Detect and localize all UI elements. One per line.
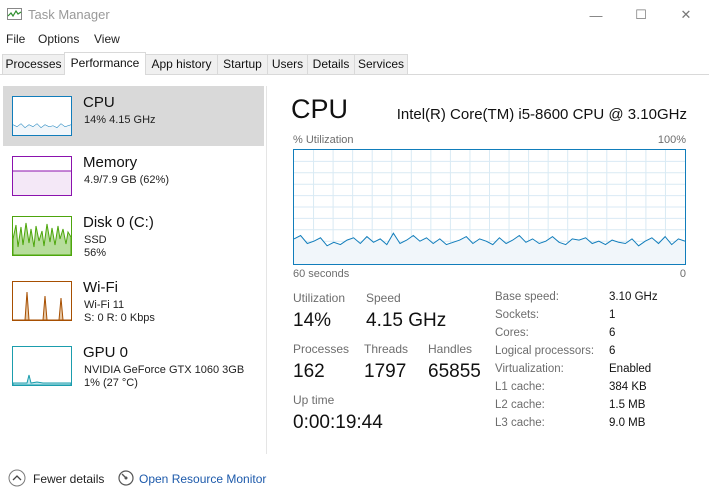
sidebar-cpu-name: CPU: [83, 94, 115, 111]
sidebar-item-cpu[interactable]: CPU 14% 4.15 GHz: [3, 86, 264, 146]
l2-cache-value: 1.5 MB: [609, 399, 646, 411]
window-title: Task Manager: [28, 7, 110, 22]
uptime-value: 0:00:19:44: [293, 412, 383, 433]
menu-options[interactable]: Options: [38, 32, 79, 46]
sidebar-item-gpu[interactable]: GPU 0 NVIDIA GeForce GTX 1060 3GB 1% (27…: [3, 336, 264, 396]
cores-value: 6: [609, 327, 616, 339]
speed-value: 4.15 GHz: [366, 310, 447, 331]
uptime-label: Up time: [293, 393, 335, 407]
tab-performance[interactable]: Performance: [64, 52, 146, 75]
l2-cache-label: L2 cache:: [495, 399, 545, 411]
menu-bar: File Options View: [0, 30, 709, 50]
cpu-utilization-graph: [293, 149, 686, 265]
menu-file[interactable]: File: [6, 32, 25, 46]
base-speed-value: 3.10 GHz: [609, 291, 658, 303]
footer-bar: Fewer details Open Resource Monitor: [0, 460, 709, 502]
page-title: CPU: [291, 94, 349, 124]
utilization-label: Utilization: [293, 291, 346, 305]
handles-label: Handles: [428, 342, 473, 356]
sidebar-gpu-name: GPU 0: [83, 344, 129, 361]
graph-x-left-label: 60 seconds: [293, 268, 350, 280]
sidebar-disk-name: Disk 0 (C:): [83, 214, 154, 231]
graph-y-max-label: 100%: [657, 134, 686, 146]
graph-x-right-label: 0: [679, 268, 686, 280]
sockets-value: 1: [609, 309, 616, 321]
virtualization-value: Enabled: [609, 363, 652, 375]
sidebar-item-disk[interactable]: Disk 0 (C:) SSD 56%: [3, 206, 264, 266]
tab-startup[interactable]: Startup: [217, 54, 268, 74]
panel-divider: [266, 86, 267, 454]
fewer-details-label: Fewer details: [33, 472, 105, 486]
task-manager-icon: [7, 8, 22, 20]
tab-users[interactable]: Users: [267, 54, 308, 74]
close-icon: ✕: [680, 7, 692, 22]
sidebar-wifi-throughput: S: 0 R: 0 Kbps: [84, 312, 155, 324]
logical-processors-label: Logical processors:: [495, 345, 595, 357]
minimize-icon: —: [589, 7, 603, 23]
open-resource-monitor-link[interactable]: Open Resource Monitor: [139, 472, 266, 486]
cpu-thumbnail-graph: [12, 96, 72, 136]
title-bar: Task Manager — ☐ ✕: [0, 0, 709, 30]
sidebar-wifi-adapter: Wi-Fi 11: [84, 299, 125, 311]
tab-details[interactable]: Details: [307, 54, 355, 74]
threads-value: 1797: [364, 361, 407, 382]
utilization-value: 14%: [293, 310, 332, 331]
sidebar-disk-usage: 56%: [84, 247, 107, 259]
gpu-thumbnail-graph: [12, 346, 72, 386]
tab-services[interactable]: Services: [354, 54, 408, 74]
sidebar-item-memory[interactable]: Memory 4.9/7.9 GB (62%): [3, 146, 264, 206]
minimize-button[interactable]: —: [573, 0, 619, 30]
l1-cache-label: L1 cache:: [495, 381, 545, 393]
graph-y-label: % Utilization: [293, 134, 354, 146]
menu-view[interactable]: View: [94, 32, 120, 46]
virtualization-label: Virtualization:: [495, 363, 564, 375]
cpu-utilization-chart: [293, 150, 686, 264]
disk-thumbnail-graph: [12, 216, 72, 256]
sidebar-memory-usage: 4.9/7.9 GB (62%): [84, 174, 169, 186]
speed-label: Speed: [366, 291, 401, 305]
close-button[interactable]: ✕: [663, 0, 709, 30]
memory-thumbnail-graph: [12, 156, 72, 196]
sidebar-cpu-usage: 14% 4.15 GHz: [84, 114, 156, 126]
cpu-model-name: Intel(R) Core(TM) i5-8600 CPU @ 3.10GHz: [396, 106, 687, 123]
threads-label: Threads: [364, 342, 409, 356]
base-speed-label: Base speed:: [495, 291, 559, 303]
resource-monitor-icon: [118, 470, 134, 486]
l3-cache-value: 9.0 MB: [609, 417, 646, 429]
sidebar-memory-name: Memory: [83, 154, 138, 171]
wifi-thumbnail-graph: [12, 281, 72, 321]
processes-label: Processes: [293, 342, 350, 356]
handles-value: 65855: [428, 361, 481, 382]
resource-sidebar: CPU 14% 4.15 GHz Memory 4.9/7.9 GB (62%)…: [0, 86, 265, 456]
logical-processors-value: 6: [609, 345, 616, 357]
sidebar-disk-type: SSD: [84, 234, 107, 246]
cores-label: Cores:: [495, 327, 529, 339]
sidebar-wifi-name: Wi-Fi: [83, 279, 118, 296]
tab-processes[interactable]: Processes: [2, 54, 65, 74]
collapse-chevron-icon: [8, 469, 26, 487]
maximize-button[interactable]: ☐: [618, 0, 664, 30]
l1-cache-value: 384 KB: [609, 381, 647, 393]
processes-value: 162: [293, 361, 325, 382]
sockets-label: Sockets:: [495, 309, 540, 321]
sidebar-item-wifi[interactable]: Wi-Fi Wi-Fi 11 S: 0 R: 0 Kbps: [3, 271, 264, 331]
l3-cache-label: L3 cache:: [495, 417, 545, 429]
sidebar-gpu-model: NVIDIA GeForce GTX 1060 3GB: [84, 364, 245, 376]
tab-strip: Processes Performance App history Startu…: [0, 52, 709, 75]
maximize-icon: ☐: [635, 7, 647, 22]
tab-app-history[interactable]: App history: [145, 54, 218, 74]
sidebar-gpu-usage: 1% (27 °C): [84, 377, 138, 389]
